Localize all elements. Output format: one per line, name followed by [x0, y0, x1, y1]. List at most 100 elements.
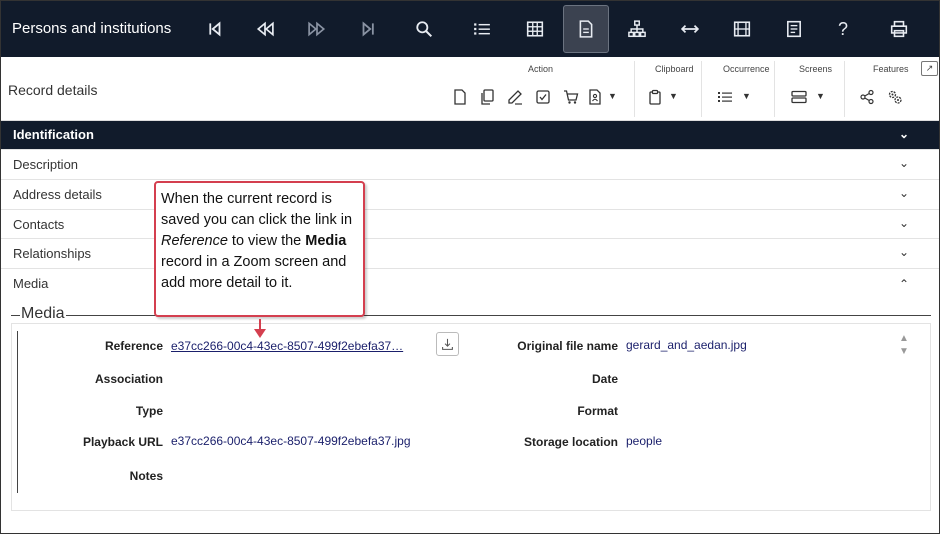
copy-icon [481, 89, 494, 105]
screens-dropdown-caret[interactable]: ▼ [816, 91, 825, 101]
table-view-button[interactable] [512, 5, 558, 53]
clipboard-button[interactable] [647, 89, 665, 107]
download-icon [442, 338, 453, 350]
gears-icon [888, 90, 902, 104]
app-title: Persons and institutions [12, 20, 172, 37]
section-relationships[interactable]: Relationships ⌄ [1, 239, 939, 269]
action-dropdown-caret[interactable]: ▼ [608, 91, 617, 101]
popout-button[interactable]: ↗ [921, 61, 938, 76]
chevron-down-icon: ⌄ [899, 186, 910, 200]
media-button[interactable] [719, 5, 765, 53]
new-document-icon [454, 89, 466, 105]
section-label: Relationships [13, 246, 92, 261]
cart-icon [564, 90, 579, 104]
print-button[interactable] [876, 5, 922, 53]
chevron-up-icon: ⌃ [899, 277, 910, 291]
media-legend: Media [20, 305, 66, 323]
first-record-icon [209, 21, 221, 37]
edit-record-button[interactable] [507, 89, 525, 107]
scroll-down-icon[interactable]: ▼ [899, 346, 909, 357]
features-group-label: Features [873, 64, 909, 74]
section-description[interactable]: Description ⌄ [1, 150, 939, 180]
occurrence-button[interactable] [717, 89, 735, 107]
screens-group-label: Screens [799, 64, 833, 74]
media-panel-border [17, 331, 18, 493]
expand-button[interactable] [667, 5, 713, 53]
app-window: Persons and institutions ? Record detail… [0, 0, 940, 534]
clipboard-dropdown-caret[interactable]: ▼ [669, 91, 678, 101]
save-record-button[interactable] [535, 89, 553, 107]
chevron-down-icon: ⌄ [899, 245, 910, 259]
external-link-icon: ↗ [925, 63, 934, 73]
search-button[interactable] [401, 5, 447, 53]
next-record-button[interactable] [294, 5, 340, 53]
top-bar: Persons and institutions ? [1, 1, 939, 57]
record-details-title: Record details [8, 82, 98, 98]
type-label: Type [135, 404, 163, 418]
original-file-name-value: gerard_and_aedan.jpg [626, 338, 747, 352]
section-label: Address details [13, 187, 102, 202]
record-toolbar: Record details Action ▼ Clipboard ▼ Occu… [1, 57, 939, 121]
help-button[interactable]: ? [820, 5, 866, 53]
media-fieldset-border [11, 315, 931, 316]
screens-button[interactable] [791, 89, 809, 107]
table-view-icon [526, 21, 544, 37]
callout-text: to view the [227, 233, 306, 249]
callout-strong: Media [305, 233, 347, 249]
chevron-down-icon: ⌄ [899, 127, 910, 141]
association-label: Association [94, 372, 163, 386]
callout-arrow-head [254, 329, 266, 338]
help-callout: When the current record is saved you can… [154, 181, 365, 317]
share-button[interactable] [859, 89, 877, 107]
storage-location-value: people [626, 434, 663, 448]
action-group-label: Action [528, 64, 554, 74]
last-record-icon [362, 21, 374, 37]
clipboard-icon [649, 89, 661, 105]
checkbox-save-icon [536, 90, 550, 104]
section-contacts[interactable]: Contacts ⌄ [1, 210, 939, 239]
template-button[interactable] [587, 89, 605, 107]
format-label: Format [577, 404, 618, 418]
new-record-button[interactable] [452, 89, 470, 107]
previous-record-icon [256, 21, 274, 37]
occurrence-dropdown-caret[interactable]: ▼ [742, 91, 751, 101]
record-view-button[interactable] [563, 5, 609, 53]
basket-button[interactable] [563, 89, 581, 107]
chevron-down-icon: ⌄ [899, 156, 910, 170]
last-record-button[interactable] [345, 5, 391, 53]
callout-text: When the current record is saved you can… [161, 191, 353, 228]
print-icon [890, 20, 908, 38]
screens-icon [791, 90, 807, 104]
record-view-icon [579, 20, 593, 38]
section-media[interactable]: Media ⌃ [1, 269, 939, 299]
previous-record-button[interactable] [242, 5, 288, 53]
toolbar-separator [634, 61, 635, 117]
reference-link[interactable]: e37cc266-00c4-43ec-8507-499f2ebefa37… [171, 339, 403, 353]
reference-label: Reference [104, 339, 163, 353]
toolbar-separator [844, 61, 845, 117]
hierarchy-button[interactable] [614, 5, 660, 53]
expand-icon [681, 25, 699, 33]
first-record-button[interactable] [192, 5, 238, 53]
scroll-up-icon[interactable]: ▲ [899, 333, 909, 344]
hierarchy-icon [628, 20, 646, 38]
callout-emphasis: Reference [161, 233, 228, 249]
edit-icon [508, 90, 522, 105]
settings-button[interactable] [887, 89, 905, 107]
section-address-details[interactable]: Address details ⌄ [1, 180, 939, 210]
help-icon: ? [837, 18, 848, 39]
clipboard-group-label: Clipboard [655, 64, 694, 74]
section-label: Media [13, 276, 49, 291]
copy-record-button[interactable] [479, 89, 497, 107]
section-identification[interactable]: Identification ⌄ [1, 121, 939, 150]
section-label: Description [13, 157, 79, 172]
section-label: Identification [13, 127, 94, 142]
original-file-name-label: Original file name [517, 339, 618, 353]
download-button[interactable] [436, 332, 459, 356]
report-button[interactable] [771, 5, 817, 53]
list-view-button[interactable] [459, 5, 505, 53]
playback-url-value: e37cc266-00c4-43ec-8507-499f2ebefa37.jpg [171, 434, 411, 448]
media-icon [733, 21, 751, 37]
list-view-icon [474, 23, 490, 35]
toolbar-separator [701, 61, 702, 117]
